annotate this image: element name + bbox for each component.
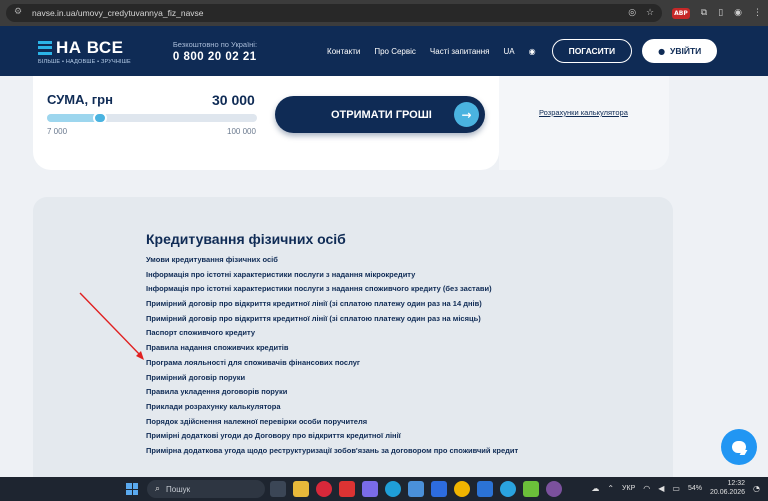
nav-about[interactable]: Про Сервіс (374, 47, 416, 56)
url-text: navse.in.ua/umovy_credytuvannya_fiz_navs… (32, 8, 204, 18)
eye-off-icon[interactable]: ◎ (628, 8, 636, 18)
file-explorer-icon[interactable] (293, 481, 309, 497)
document-link[interactable]: Правила надання споживчих кредитів (146, 343, 518, 358)
get-money-label: ОТРИМАТИ ГРОШІ (331, 108, 432, 121)
windows-taskbar: ⌕ Пошук ☁ ⌃ УКР ◠ ◀ ▭ 54% 12:32 20.06.20… (0, 477, 768, 501)
get-money-button[interactable]: ОТРИМАТИ ГРОШІ → (275, 96, 485, 133)
profile-icon[interactable]: ◉ (734, 8, 742, 18)
notifications-app-icon[interactable] (431, 481, 447, 497)
sum-value: 30 000 (212, 92, 255, 108)
browser-toolbar: ⚙ navse.in.ua/umovy_credytuvannya_fiz_na… (0, 0, 768, 26)
clock-time: 12:32 (727, 480, 746, 487)
site-header: НА ВСЕ БІЛЬШЕ • НАДОВШЕ • ЗРУЧНІШЕ Безко… (0, 26, 768, 76)
address-bar[interactable]: ⚙ navse.in.ua/umovy_credytuvannya_fiz_na… (6, 4, 663, 22)
loan-calculator: СУМА, грн 30 000 7 000 100 000 ОТРИМАТИ … (33, 76, 499, 170)
system-tray: ☁ ⌃ УКР ◠ ◀ ▭ 54% 12:32 20.06.2026 ◔ (591, 479, 760, 497)
chat-button[interactable] (721, 429, 757, 465)
logo-tagline: БІЛЬШЕ • НАДОВШЕ • ЗРУЧНІШЕ (38, 58, 131, 65)
copilot-icon[interactable] (362, 481, 378, 497)
logo-text: НА ВСЕ (56, 37, 124, 57)
phone-label: Безкоштовно по Україні: (172, 39, 258, 49)
task-view-icon[interactable] (270, 481, 286, 497)
slider-max: 100 000 (227, 127, 256, 136)
phone-number[interactable]: 0 800 20 02 21 (173, 51, 257, 63)
adblock-extension-icon[interactable]: ABP (672, 7, 690, 19)
document-link[interactable]: Паспорт споживчого кредиту (146, 328, 518, 343)
menu-icon[interactable]: ⋮ (753, 8, 762, 18)
document-link[interactable]: Примірна додаткова угода щодо реструктур… (146, 446, 518, 461)
taskbar-search-placeholder: Пошук (166, 484, 191, 494)
document-link[interactable]: Інформація про істотні характеристики по… (146, 270, 518, 285)
search-icon: ⌕ (155, 484, 161, 494)
extensions-icon[interactable]: ⧉ (701, 8, 707, 18)
slider-min: 7 000 (47, 127, 68, 136)
document-links: Умови кредитування фізичних осіб Інформац… (146, 255, 518, 461)
arrow-right-icon: → (454, 102, 479, 127)
clock[interactable]: 12:32 20.06.2026 (710, 479, 745, 497)
android-icon[interactable] (523, 481, 539, 497)
cloud-icon[interactable]: ☁ (591, 484, 599, 493)
document-link[interactable]: Програма лояльності для споживачів фінан… (146, 358, 518, 373)
document-link[interactable]: Примірний договір про відкриття кредитно… (146, 299, 518, 314)
volume-icon[interactable]: ◀ (658, 484, 664, 493)
section-title: Кредитування фізичних осіб (146, 231, 346, 247)
document-link[interactable]: Правила укладення договорів поруки (146, 387, 518, 402)
battery-level: 54% (687, 484, 702, 492)
nav-contacts[interactable]: Контакти (327, 47, 360, 56)
site-logo[interactable]: НА ВСЕ БІЛЬШЕ • НАДОВШЕ • ЗРУЧНІШЕ (38, 38, 131, 65)
slider-thumb[interactable] (92, 112, 107, 124)
site-info-icon[interactable]: ⚙ (14, 7, 26, 19)
accessibility-eye-icon[interactable]: ◉ (529, 47, 536, 56)
login-button[interactable]: ● УВІЙТИ (642, 39, 718, 63)
document-link[interactable]: Примірний договір про відкриття кредитно… (146, 314, 518, 329)
wifi-icon[interactable]: ◠ (643, 484, 650, 493)
user-icon: ● (658, 46, 666, 56)
sidebar-icon[interactable]: ▯ (718, 8, 723, 18)
battery-icon[interactable]: ▭ (672, 484, 680, 493)
bookmark-star-icon[interactable]: ☆ (646, 8, 654, 18)
main-nav: Контакти Про Сервіс Часті запитання UA ◉ (327, 47, 536, 56)
viber-icon[interactable] (546, 481, 562, 497)
chevron-up-icon[interactable]: ⌃ (607, 484, 614, 493)
document-link[interactable]: Приклади розрахунку калькулятора (146, 402, 518, 417)
l-app-icon[interactable] (339, 481, 355, 497)
logo-mark-icon (38, 40, 52, 55)
language-switch[interactable]: UA (503, 47, 514, 56)
documents-section: Кредитування фізичних осіб Умови кредиту… (33, 197, 673, 487)
document-link[interactable]: Умови кредитування фізичних осіб (146, 255, 518, 270)
calculator-calculations-link[interactable]: Розрахунки калькулятора (539, 108, 628, 117)
chat-bubble-icon (732, 441, 746, 453)
chrome-icon[interactable] (454, 481, 470, 497)
slider-fill (47, 114, 100, 122)
dropbox-icon[interactable] (477, 481, 493, 497)
document-link[interactable]: Інформація про істотні характеристики по… (146, 284, 518, 299)
opera-icon[interactable] (316, 481, 332, 497)
edge-icon[interactable] (385, 481, 401, 497)
calculator-side-panel: Розрахунки калькулятора (499, 76, 669, 170)
login-button-label: УВІЙТИ (670, 46, 702, 56)
taskbar-apps (270, 481, 562, 497)
document-link[interactable]: Порядок здійснення належної перевірки ос… (146, 417, 518, 432)
clock-date: 20.06.2026 (709, 489, 746, 496)
sum-slider[interactable] (47, 112, 257, 124)
language-indicator[interactable]: УКР (622, 485, 635, 492)
phone-block: Безкоштовно по Україні: 0 800 20 02 21 (173, 40, 257, 63)
repay-button[interactable]: ПОГАСИТИ (551, 39, 633, 63)
store-icon[interactable] (408, 481, 424, 497)
windows-start-icon[interactable] (126, 483, 138, 495)
document-link[interactable]: Примірний договір поруки (146, 373, 518, 388)
telegram-icon[interactable] (500, 481, 516, 497)
nav-faq[interactable]: Часті запитання (430, 47, 490, 56)
document-link[interactable]: Примірні додаткові угоди до Договору про… (146, 431, 518, 446)
notification-bell-icon[interactable]: ◔ (753, 484, 760, 493)
sum-label: СУМА, грн (47, 92, 113, 107)
taskbar-search[interactable]: ⌕ Пошук (147, 480, 265, 498)
